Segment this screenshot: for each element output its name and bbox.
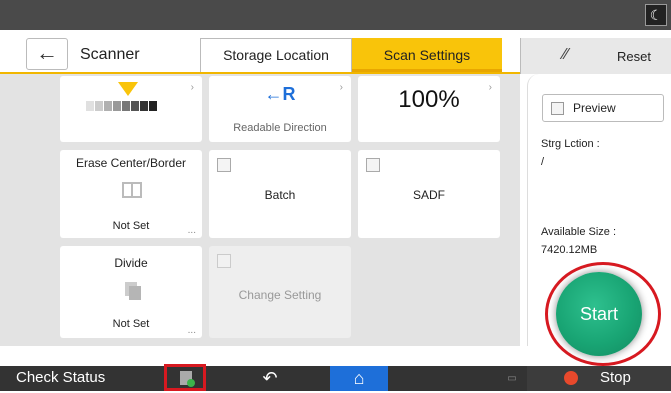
preview-checkbox[interactable] bbox=[551, 102, 564, 115]
check-status-button[interactable]: Check Status bbox=[16, 369, 105, 386]
scale-card[interactable]: 100% › bbox=[358, 76, 500, 142]
edit-icon[interactable]: ⁄⁄ bbox=[563, 46, 568, 64]
page-title: Scanner bbox=[80, 46, 140, 63]
density-bar bbox=[86, 98, 157, 116]
chevron-right-icon: › bbox=[190, 82, 194, 93]
stop-icon[interactable] bbox=[562, 366, 580, 391]
divide-icon bbox=[125, 282, 141, 300]
density-pointer-icon bbox=[118, 82, 138, 96]
batch-card[interactable]: Batch bbox=[209, 150, 351, 238]
available-size-label: Available Size : bbox=[541, 226, 617, 238]
change-setting-card: Change Setting bbox=[209, 246, 351, 338]
return-icon[interactable]: ↶ bbox=[255, 366, 285, 391]
more-icon: ... bbox=[187, 225, 196, 236]
divide-label: Divide bbox=[114, 256, 148, 270]
erase-icon bbox=[122, 182, 142, 198]
readable-direction-icon: ←R bbox=[264, 84, 296, 104]
erase-center-border-card[interactable]: Erase Center/Border Not Set ... bbox=[60, 150, 202, 238]
tab-scan-settings[interactable]: Scan Settings bbox=[352, 38, 502, 72]
batch-label: Batch bbox=[264, 188, 296, 202]
home-icon[interactable]: ⌂ bbox=[330, 366, 388, 391]
preview-button[interactable]: Preview bbox=[542, 94, 664, 122]
available-size-value: 7420.12MB bbox=[541, 244, 598, 256]
reset-area: ⁄⁄ Reset bbox=[520, 38, 671, 74]
night-mode-icon[interactable]: ☾ bbox=[645, 4, 667, 26]
change-setting-label: Change Setting bbox=[238, 288, 322, 302]
top-status-bar: ☾ bbox=[0, 0, 671, 30]
storage-location-value: / bbox=[541, 156, 545, 168]
memory-icon: ▭ bbox=[507, 373, 517, 384]
reset-button[interactable]: Reset bbox=[617, 49, 651, 64]
stop-area bbox=[527, 366, 671, 391]
sadf-label: SADF bbox=[412, 188, 445, 202]
start-button[interactable]: Start bbox=[556, 272, 642, 356]
divide-card[interactable]: Divide Not Set ... bbox=[60, 246, 202, 338]
chevron-right-icon: › bbox=[339, 82, 343, 93]
readable-direction-card[interactable]: ←R Readable Direction › bbox=[209, 76, 351, 142]
more-icon: ... bbox=[187, 325, 196, 336]
divide-value: Not Set bbox=[112, 318, 150, 330]
stop-button[interactable]: Stop bbox=[600, 369, 631, 386]
back-button[interactable]: ← bbox=[26, 38, 68, 70]
sadf-checkbox[interactable] bbox=[366, 158, 380, 172]
scale-value: 100% bbox=[398, 86, 460, 113]
status-highlight bbox=[164, 364, 206, 391]
erase-label: Erase Center/Border bbox=[75, 156, 187, 170]
batch-checkbox[interactable] bbox=[217, 158, 231, 172]
settings-grid: › ←R Readable Direction › 100% › Erase C… bbox=[0, 74, 520, 346]
density-card[interactable]: › bbox=[60, 76, 202, 142]
tab-storage-location[interactable]: Storage Location bbox=[200, 38, 352, 72]
chevron-right-icon: › bbox=[488, 82, 492, 93]
change-setting-checkbox bbox=[217, 254, 231, 268]
preview-label: Preview bbox=[573, 101, 616, 115]
storage-location-label: Strg Lction : bbox=[541, 138, 600, 150]
erase-value: Not Set bbox=[112, 220, 150, 232]
readable-direction-label: Readable Direction bbox=[233, 122, 327, 134]
sadf-card[interactable]: SADF bbox=[358, 150, 500, 238]
bottom-bar: Check Status ↶ ⌂ ▭ Stop bbox=[0, 366, 671, 391]
